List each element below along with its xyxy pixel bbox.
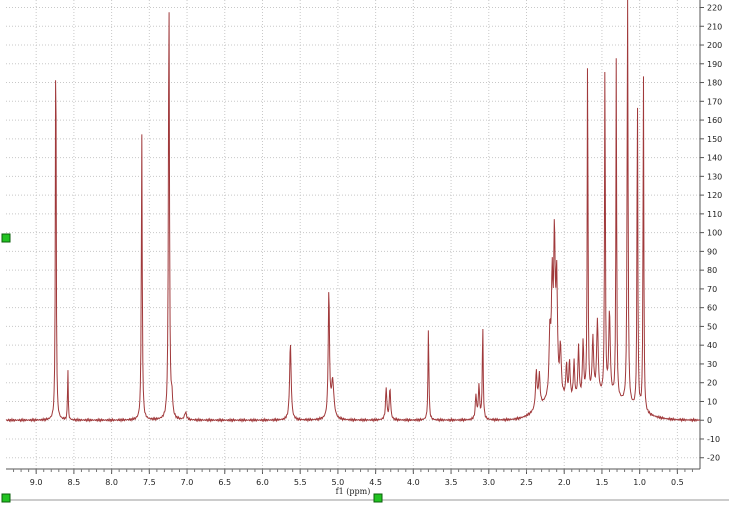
y-tick-label: 20 [707, 379, 717, 388]
y-tick-label: 190 [707, 60, 722, 69]
y-tick-label: 30 [707, 360, 717, 369]
y-tick-label: 130 [707, 172, 722, 181]
left-y-handle-icon[interactable] [1, 233, 11, 243]
y-tick-label: 220 [707, 4, 722, 13]
y-tick-label: -10 [707, 435, 720, 444]
x-tick-label: 9.0 [30, 478, 43, 487]
x-tick-label: 6.0 [256, 478, 269, 487]
x-tick-label: 2.5 [520, 478, 533, 487]
x-tick-label: 3.0 [482, 478, 495, 487]
y-tick-label: 120 [707, 191, 722, 200]
x-tick-label: 3.5 [445, 478, 458, 487]
bottom-center-handle-icon[interactable] [373, 493, 383, 503]
y-tick-label: 40 [707, 341, 717, 350]
x-tick-label: 1.0 [633, 478, 646, 487]
y-tick-label: 160 [707, 116, 722, 125]
y-tick-label: 70 [707, 285, 717, 294]
x-tick-label: 5.5 [294, 478, 307, 487]
bottom-left-handle-icon[interactable] [1, 493, 11, 503]
y-tick-label: 150 [707, 135, 722, 144]
x-tick-label: 5.0 [332, 478, 345, 487]
y-tick-label: 10 [707, 397, 717, 406]
chart-background [0, 0, 729, 510]
x-axis-title: f1 (ppm) [336, 487, 371, 496]
x-tick-label: 4.5 [369, 478, 382, 487]
x-tick-label: 4.0 [407, 478, 420, 487]
y-tick-label: 180 [707, 79, 722, 88]
nmr-spectrum-chart: 9.0 8.5 8.0 7.5 7.0 6.5 6.0 5.5 5.0 4.5 4.0 3.5 3.0 2… [0, 0, 729, 510]
y-tick-label: 80 [707, 266, 717, 275]
y-tick-label: 50 [707, 322, 717, 331]
y-tick-label: 60 [707, 304, 717, 313]
y-tick-label: 140 [707, 154, 722, 163]
x-tick-label: 6.5 [218, 478, 231, 487]
y-tick-label: -20 [707, 454, 720, 463]
y-tick-label: 90 [707, 247, 717, 256]
x-tick-label: 8.0 [105, 478, 118, 487]
y-tick-label: 0 [707, 416, 712, 425]
y-tick-label: 170 [707, 97, 722, 106]
y-tick-label: 210 [707, 22, 722, 31]
y-tick-label: 110 [707, 210, 722, 219]
y-tick-label: 100 [707, 229, 722, 238]
x-tick-label: 7.5 [143, 478, 156, 487]
x-tick-label: 1.5 [596, 478, 609, 487]
y-tick-label: 200 [707, 41, 722, 50]
x-tick-label: 8.5 [68, 478, 81, 487]
x-tick-label: 2.0 [558, 478, 571, 487]
x-tick-label: 7.0 [181, 478, 194, 487]
x-tick-label: 0.5 [671, 478, 684, 487]
